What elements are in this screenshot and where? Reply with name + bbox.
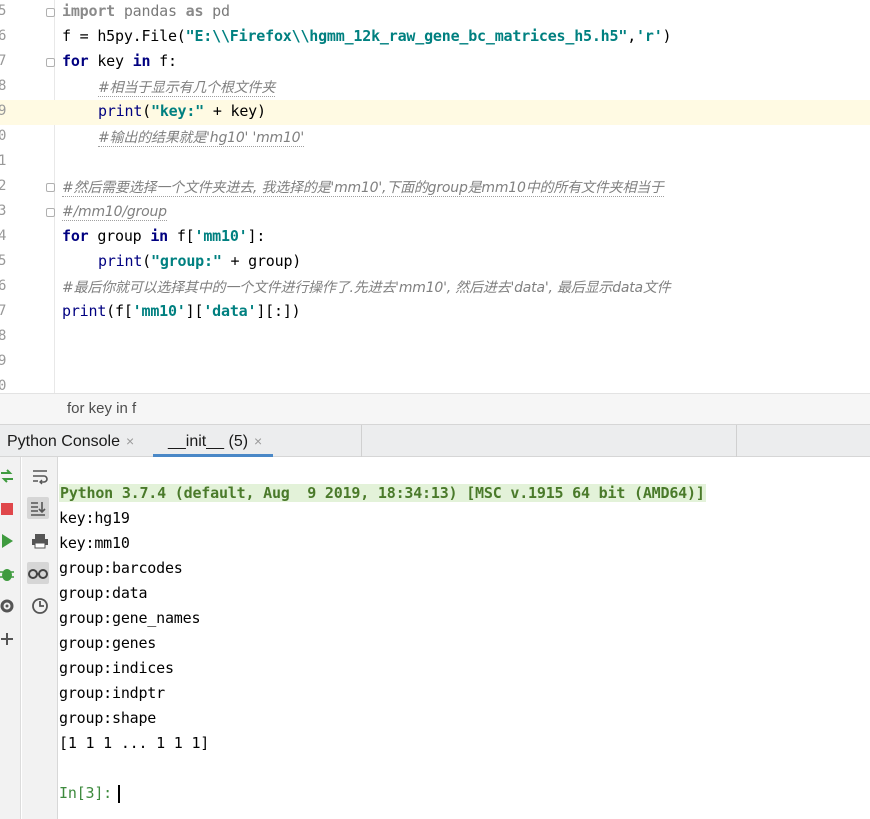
- fold-marker-icon[interactable]: [46, 183, 55, 192]
- code-text: for key in f:: [62, 52, 177, 70]
- line-number: 8: [0, 328, 7, 344]
- console-output-line: group:data: [59, 584, 148, 602]
- text-cursor: [118, 784, 120, 803]
- line-number: 5: [0, 253, 7, 269]
- code-line[interactable]: 8 #相当于显示有几个根文件夹: [0, 75, 870, 100]
- code-text: for group in f['mm10']:: [62, 227, 266, 245]
- console-output-line: group:barcodes: [59, 559, 183, 577]
- line-number: 7: [0, 303, 7, 319]
- code-line-current[interactable]: 9 print("key:" + key): [0, 100, 870, 125]
- fold-marker-icon[interactable]: [46, 58, 55, 67]
- line-number: 0: [0, 378, 7, 393]
- history-icon[interactable]: [29, 595, 51, 617]
- code-editor[interactable]: 5 import pandas as pd 6 f = h5py.File("E…: [0, 0, 870, 393]
- code-line[interactable]: 0 #输出的结果就是'hg10' 'mm10': [0, 125, 870, 150]
- tab-python-console[interactable]: Python Console ×: [7, 425, 134, 457]
- console-output-line: group:indices: [59, 659, 174, 677]
- console-output-line: [1 1 1 ... 1 1 1]: [59, 734, 210, 752]
- code-line[interactable]: 6 f = h5py.File("E:\\Firefox\\hgmm_12k_r…: [0, 25, 870, 50]
- console-prompt: In[3]:: [59, 784, 112, 802]
- print-icon[interactable]: [29, 530, 51, 552]
- scroll-to-end-icon[interactable]: [27, 497, 49, 519]
- code-text: print("group:" + group): [98, 252, 302, 270]
- console-output-line: key:mm10: [59, 534, 130, 552]
- code-line[interactable]: 1: [0, 150, 870, 175]
- line-number: 8: [0, 78, 7, 94]
- stop-icon[interactable]: [0, 498, 18, 520]
- code-text: print(f['mm10']['data'][:]): [62, 302, 301, 320]
- tab-label: __init__ (5): [168, 433, 249, 450]
- close-icon[interactable]: ×: [126, 433, 134, 449]
- code-line[interactable]: 7 print(f['mm10']['data'][:]): [0, 300, 870, 325]
- code-comment: #最后你就可以选择其中的一个文件进行操作了.先进去'mm10', 然后进去'da…: [62, 280, 671, 296]
- line-number: 3: [0, 203, 7, 219]
- tab-separator: [736, 425, 737, 457]
- code-line[interactable]: 5 print("group:" + group): [0, 250, 870, 275]
- line-number: 2: [0, 178, 7, 194]
- code-comment: #相当于显示有几个根文件夹: [98, 80, 276, 97]
- line-number: 9: [0, 353, 7, 369]
- line-number: 9: [0, 103, 7, 119]
- fold-marker-icon[interactable]: [46, 8, 55, 17]
- code-comment: #/mm10/group: [62, 204, 167, 221]
- line-number: 0: [0, 128, 7, 144]
- code-text: print("key:" + key): [98, 102, 266, 120]
- breadcrumb-item[interactable]: for key in f: [67, 400, 136, 417]
- code-text: f = h5py.File("E:\\Firefox\\hgmm_12k_raw…: [62, 27, 672, 45]
- console-action-strip: [0, 457, 21, 819]
- code-line[interactable]: 6 #最后你就可以选择其中的一个文件进行操作了.先进去'mm10', 然后进去'…: [0, 275, 870, 300]
- settings-icon[interactable]: [0, 595, 18, 617]
- tab-separator: [361, 425, 362, 457]
- console-input-line[interactable]: In[3]:: [59, 784, 859, 809]
- code-line[interactable]: 0: [0, 375, 870, 393]
- console-output-line: group:genes: [59, 634, 157, 652]
- show-variables-icon[interactable]: [27, 562, 49, 584]
- console-output-line: group:indptr: [59, 684, 165, 702]
- line-number: 6: [0, 278, 7, 294]
- debug-icon[interactable]: [0, 563, 18, 585]
- run-icon[interactable]: [0, 530, 18, 552]
- code-text: import pandas as pd: [62, 2, 230, 20]
- tab-label: Python Console: [7, 433, 120, 450]
- console-tool-strip: [22, 457, 58, 819]
- console-output-line: group:gene_names: [59, 609, 201, 627]
- line-number: 1: [0, 153, 7, 169]
- code-line[interactable]: 7 for key in f:: [0, 50, 870, 75]
- fold-marker-icon[interactable]: [46, 208, 55, 217]
- rerun-icon[interactable]: [0, 465, 18, 487]
- line-number: 5: [0, 3, 7, 19]
- soft-wrap-icon[interactable]: [29, 465, 51, 487]
- code-line[interactable]: 9: [0, 350, 870, 375]
- line-number: 4: [0, 228, 7, 244]
- console-banner: Python 3.7.4 (default, Aug 9 2019, 18:34…: [59, 484, 706, 502]
- tab-init[interactable]: __init__ (5) ×: [168, 425, 262, 457]
- breadcrumb: for key in f: [0, 393, 870, 425]
- console-output-line: key:hg19: [59, 509, 130, 527]
- close-icon[interactable]: ×: [254, 433, 262, 449]
- code-comment: #输出的结果就是'hg10' 'mm10': [98, 130, 305, 147]
- line-number: 7: [0, 53, 7, 69]
- code-line[interactable]: 3 #/mm10/group: [0, 200, 870, 225]
- code-line[interactable]: 5 import pandas as pd: [0, 0, 870, 25]
- add-icon[interactable]: [0, 628, 18, 650]
- python-console[interactable]: Python 3.7.4 (default, Aug 9 2019, 18:34…: [0, 457, 870, 819]
- code-line[interactable]: 8: [0, 325, 870, 350]
- console-output-line: group:shape: [59, 709, 157, 727]
- code-line[interactable]: 2 #然后需要选择一个文件夹进去, 我选择的是'mm10',下面的group是m…: [0, 175, 870, 200]
- code-comment: #然后需要选择一个文件夹进去, 我选择的是'mm10',下面的group是mm1…: [62, 180, 664, 197]
- code-line[interactable]: 4 for group in f['mm10']:: [0, 225, 870, 250]
- line-number: 6: [0, 28, 7, 44]
- console-tab-bar: Python Console × __init__ (5) ×: [0, 424, 870, 457]
